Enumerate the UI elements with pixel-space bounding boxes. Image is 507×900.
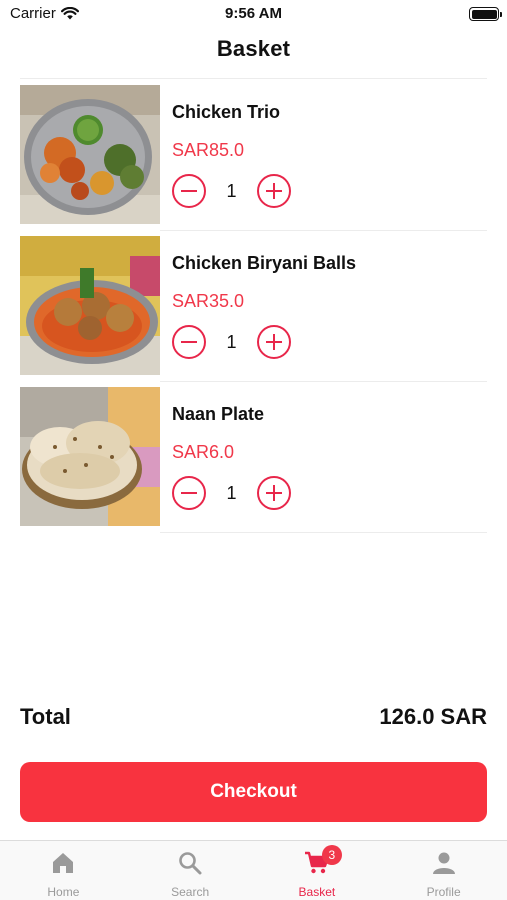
home-icon [53, 853, 74, 873]
tab-basket[interactable]: 3 Basket [254, 841, 381, 900]
item-name: Chicken Biryani Balls [172, 253, 357, 273]
tab-label: Search [171, 885, 210, 899]
decrease-quantity-button[interactable] [172, 174, 206, 208]
header-divider [20, 78, 487, 79]
tab-label: Profile [426, 885, 461, 899]
quantity-stepper: 1 [172, 174, 291, 208]
tab-label: Basket [298, 885, 336, 899]
decrease-quantity-button[interactable] [172, 476, 206, 510]
quantity-stepper: 1 [172, 476, 291, 510]
total-label: Total [20, 704, 71, 729]
row-divider [160, 532, 487, 533]
increase-quantity-button[interactable] [257, 174, 291, 208]
search-icon [179, 852, 202, 875]
item-image [20, 236, 160, 375]
quantity-value: 1 [226, 180, 237, 201]
item-price: SAR35.0 [172, 291, 245, 311]
item-price: SAR6.0 [172, 442, 235, 462]
battery-icon [469, 7, 502, 21]
item-price: SAR85.0 [172, 140, 245, 160]
basket-item: Chicken Trio SAR85.0 1 [0, 80, 507, 231]
item-image [20, 85, 160, 224]
item-name: Chicken Trio [172, 102, 281, 122]
item-image [20, 387, 160, 526]
checkout-button[interactable]: Checkout [20, 762, 487, 822]
item-name: Naan Plate [172, 404, 265, 424]
basket-count-badge: 3 [321, 845, 342, 865]
quantity-value: 1 [226, 331, 237, 352]
person-icon [432, 852, 455, 874]
basket-item: Chicken Biryani Balls SAR35.0 1 [0, 231, 507, 382]
increase-quantity-button[interactable] [257, 476, 291, 510]
decrease-quantity-button[interactable] [172, 325, 206, 359]
quantity-stepper: 1 [172, 325, 291, 359]
total-value: 126.0 SAR [379, 704, 487, 729]
status-bar: Carrier 9:56 AM [0, 0, 507, 30]
basket-list: Chicken Trio SAR85.0 1 Chicken Biryani B… [0, 80, 507, 533]
tab-search[interactable]: Search [127, 841, 254, 900]
tab-label: Home [47, 885, 80, 899]
quantity-value: 1 [226, 482, 237, 503]
increase-quantity-button[interactable] [257, 325, 291, 359]
tab-home[interactable]: Home [0, 841, 127, 900]
page-title: Basket [216, 36, 291, 61]
status-time: 9:56 AM [225, 5, 282, 22]
tab-profile[interactable]: Profile [380, 841, 507, 900]
tab-bar: Home Search 3 Basket Profile [0, 840, 507, 900]
basket-item: Naan Plate SAR6.0 1 [0, 382, 507, 533]
